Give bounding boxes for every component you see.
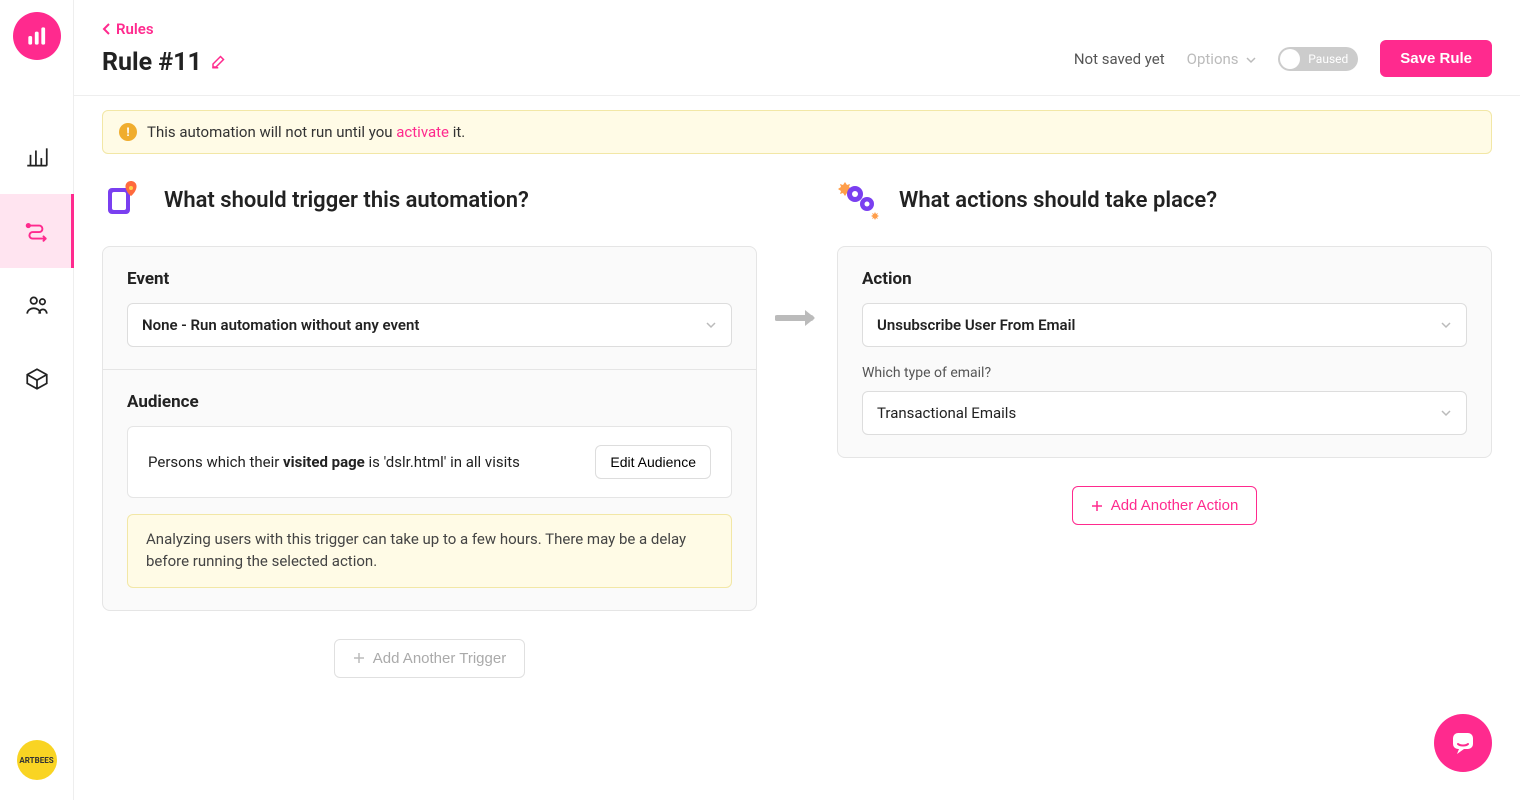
warning-icon: !: [119, 123, 137, 141]
bar-chart-icon: [24, 144, 50, 170]
status-toggle[interactable]: Paused: [1278, 47, 1358, 71]
app-logo[interactable]: [13, 12, 61, 60]
delay-note: Analyzing users with this trigger can ta…: [127, 514, 732, 588]
edit-title-button[interactable]: [210, 52, 228, 74]
breadcrumb-label: Rules: [116, 20, 154, 38]
user-avatar[interactable]: ARTBEES: [17, 740, 57, 780]
plus-icon: [353, 652, 365, 664]
sidebar: ARTBEES: [0, 0, 74, 800]
flow-icon: [24, 218, 50, 244]
box-icon: [24, 366, 50, 392]
event-label: Event: [127, 269, 732, 289]
action-value: Unsubscribe User From Email: [877, 316, 1075, 334]
audience-description: Persons which their visited page is 'dsl…: [148, 453, 520, 471]
trigger-card: Event None - Run automation without any …: [102, 246, 757, 611]
nav-product[interactable]: [0, 342, 74, 416]
save-button[interactable]: Save Rule: [1380, 40, 1492, 77]
activation-warning: ! This automation will not run until you…: [102, 110, 1492, 154]
email-type-label: Which type of email?: [862, 365, 1467, 381]
trigger-heading: What should trigger this automation?: [164, 188, 529, 213]
toggle-knob: [1280, 49, 1300, 69]
action-card: Action Unsubscribe User From Email Which…: [837, 246, 1492, 458]
add-trigger-button: Add Another Trigger: [334, 639, 525, 678]
chevron-left-icon: [102, 23, 112, 35]
activate-link[interactable]: activate: [396, 123, 449, 141]
email-type-select[interactable]: Transactional Emails: [862, 391, 1467, 435]
chat-icon: [1449, 729, 1477, 757]
action-select[interactable]: Unsubscribe User From Email: [862, 303, 1467, 347]
options-label: Options: [1187, 50, 1239, 68]
toggle-label: Paused: [1308, 52, 1348, 66]
pencil-icon: [210, 52, 228, 70]
warning-suffix: it.: [449, 123, 465, 141]
trigger-section-icon: [102, 176, 146, 224]
avatar-label: ARTBEES: [19, 756, 53, 765]
event-select[interactable]: None - Run automation without any event: [127, 303, 732, 347]
save-status: Not saved yet: [1074, 50, 1165, 68]
nav-people[interactable]: [0, 268, 74, 342]
people-icon: [24, 292, 50, 318]
action-label: Action: [862, 269, 1467, 289]
chevron-down-icon: [1246, 56, 1256, 64]
add-action-label: Add Another Action: [1111, 497, 1239, 514]
chevron-down-icon: [705, 320, 717, 330]
breadcrumb-back[interactable]: Rules: [102, 20, 154, 38]
edit-audience-button[interactable]: Edit Audience: [595, 445, 711, 479]
add-action-button[interactable]: Add Another Action: [1072, 486, 1258, 525]
warning-prefix: This automation will not run until you: [147, 123, 396, 141]
action-heading: What actions should take place?: [899, 188, 1217, 213]
chevron-down-icon: [1440, 320, 1452, 330]
page-title: Rule #11: [102, 48, 202, 77]
plus-icon: [1091, 500, 1103, 512]
intercom-launcher[interactable]: [1434, 714, 1492, 772]
options-menu[interactable]: Options: [1187, 50, 1257, 68]
email-type-value: Transactional Emails: [877, 404, 1016, 422]
chevron-down-icon: [1440, 408, 1452, 418]
arrow-right-icon: [775, 306, 819, 330]
audience-box: Persons which their visited page is 'dsl…: [127, 426, 732, 498]
page-header: Rules Rule #11 Not saved yet Options: [74, 0, 1520, 96]
logo-chart-icon: [24, 23, 50, 49]
action-section-icon: [837, 176, 881, 224]
nav-analytics[interactable]: [0, 120, 74, 194]
nav-automations[interactable]: [0, 194, 74, 268]
event-value: None - Run automation without any event: [142, 316, 419, 334]
add-trigger-label: Add Another Trigger: [373, 650, 506, 667]
audience-label: Audience: [127, 392, 732, 412]
